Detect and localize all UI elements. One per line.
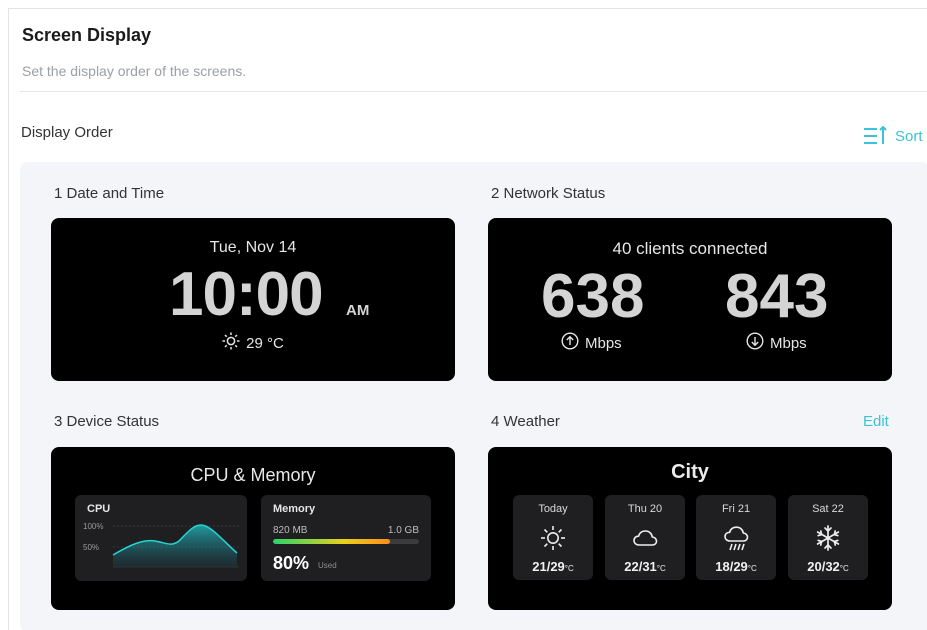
card-label-date-time: 1 Date and Time bbox=[54, 185, 165, 202]
download-value: 843 bbox=[725, 262, 829, 331]
temperature-text: 29 °C bbox=[246, 334, 284, 352]
memory-values: 820 MB 1.0 GB bbox=[273, 525, 419, 536]
upload-value: 638 bbox=[541, 262, 645, 331]
memory-total-value: 1.0 GB bbox=[387, 525, 419, 536]
forecast-temp: 20/32°C bbox=[807, 559, 849, 574]
forecast-temp: 18/29°C bbox=[715, 559, 757, 574]
forecast-temp: 22/31°C bbox=[624, 559, 666, 574]
current-weather: 29 °C bbox=[51, 332, 455, 354]
memory-title: Memory bbox=[273, 503, 316, 515]
forecast-day: Thu 20 22/31°C bbox=[605, 495, 685, 580]
rain-icon bbox=[722, 524, 750, 552]
sun-icon bbox=[539, 524, 567, 552]
screen-weather[interactable]: City Today 21/29°C Thu 20 22/31°C Fri 21… bbox=[488, 447, 892, 610]
forecast-day: Sat 22 20/32°C bbox=[788, 495, 868, 580]
upload-arrow-icon bbox=[561, 332, 579, 354]
page-subtitle: Set the display order of the screens. bbox=[22, 63, 247, 79]
cpu-chart bbox=[112, 524, 239, 568]
screen-date-time[interactable]: Tue, Nov 14 10:00 AM 29 °C bbox=[51, 218, 455, 381]
forecast-day-name: Today bbox=[538, 503, 568, 515]
forecast-day: Fri 21 18/29°C bbox=[696, 495, 776, 580]
card-label-network: 2 Network Status bbox=[491, 185, 606, 202]
date-text: Tue, Nov 14 bbox=[209, 239, 297, 256]
page-title: Screen Display bbox=[22, 25, 152, 45]
memory-bar bbox=[273, 539, 419, 544]
snow-icon bbox=[814, 524, 842, 552]
cpu-panel: CPU 100% 50% bbox=[75, 495, 247, 581]
sun-icon bbox=[222, 332, 240, 354]
weather-city: City bbox=[671, 461, 709, 483]
forecast-day-name: Sat 22 bbox=[812, 503, 844, 515]
clients-connected: 40 clients connected bbox=[612, 239, 768, 258]
memory-panel: Memory 820 MB 1.0 GB 80% Used bbox=[261, 495, 431, 581]
device-title: CPU & Memory bbox=[190, 465, 316, 485]
upload-unit-label: Mbps bbox=[585, 334, 622, 352]
divider bbox=[20, 91, 927, 92]
forecast-day: Today 21/29°C bbox=[513, 495, 593, 580]
forecast-day-name: Fri 21 bbox=[721, 503, 751, 515]
cloud-icon bbox=[631, 524, 659, 552]
forecast-temp: 21/29°C bbox=[532, 559, 574, 574]
display-order-label: Display Order bbox=[21, 124, 113, 141]
upload-unit: Mbps bbox=[561, 332, 622, 354]
screen-network[interactable]: 40 clients connected 638 843 Mbps Mbps bbox=[488, 218, 892, 381]
forecast-day-name: Thu 20 bbox=[627, 503, 663, 515]
card-label-weather: 4 Weather bbox=[491, 413, 560, 430]
download-unit: Mbps bbox=[746, 332, 807, 354]
edit-weather-button[interactable]: Edit bbox=[863, 413, 889, 430]
screen-device[interactable]: CPU & Memory CPU 100% 50% Memory 820 MB … bbox=[51, 447, 455, 610]
sort-icon bbox=[863, 125, 889, 147]
download-arrow-icon bbox=[746, 332, 764, 354]
ampm-text: AM bbox=[346, 302, 370, 319]
memory-percent: 80% bbox=[273, 553, 310, 573]
memory-bar-fill bbox=[273, 539, 390, 544]
card-label-device: 3 Device Status bbox=[54, 413, 160, 430]
memory-used-label: Used bbox=[318, 561, 337, 570]
sort-label: Sort bbox=[895, 127, 923, 145]
time-text: 10:00 bbox=[169, 260, 324, 329]
sort-button[interactable]: Sort bbox=[863, 125, 923, 147]
memory-used-value: 820 MB bbox=[273, 525, 308, 536]
download-unit-label: Mbps bbox=[770, 334, 807, 352]
